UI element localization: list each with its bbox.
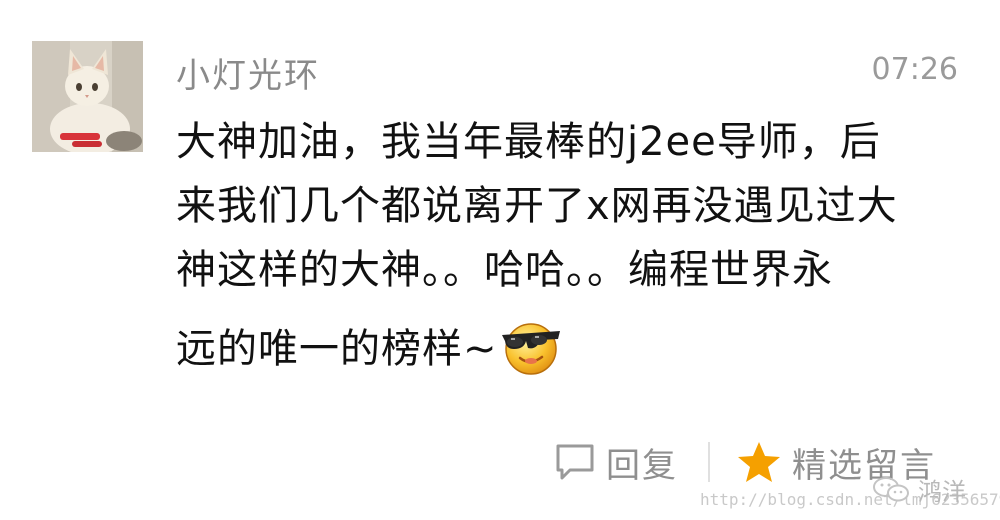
star-icon [738,442,780,482]
comment-line: 大神加油，我当年最棒的j2ee导师，后 [176,119,881,165]
comment-line: 来我们几个都说离开了x网再没遇见过大 [176,183,898,229]
comment-line: 神这样的大神。。哈哈。。编程世界永 [176,247,833,293]
watermark-logo: 鸿洋 [872,472,966,507]
sunglasses-smile-emoji [501,323,560,375]
cat-photo [32,41,143,152]
avatar[interactable] [32,41,143,152]
wechat-icon [873,476,909,501]
watermark-logo-text: 鸿洋 [918,478,966,506]
timestamp: 07:26 [871,52,958,87]
reply-label: 回复 [606,445,678,486]
speech-bubble-icon [556,444,594,480]
reply-button[interactable]: 回复 [554,438,678,487]
username[interactable]: 小灯光环 [176,48,320,97]
comment-body: 大神加油，我当年最棒的j2ee导师，后 来我们几个都说离开了x网再没遇见过大 神… [176,122,976,376]
comment-line: 远的唯一的榜样~ [176,326,498,372]
comment-item: 小灯光环 07:26 大神加油，我当年最棒的j2ee导师，后 来我们几个都说离开… [0,0,1000,520]
comment-line-last: 远的唯一的榜样~ [176,318,976,376]
action-divider [708,442,710,482]
